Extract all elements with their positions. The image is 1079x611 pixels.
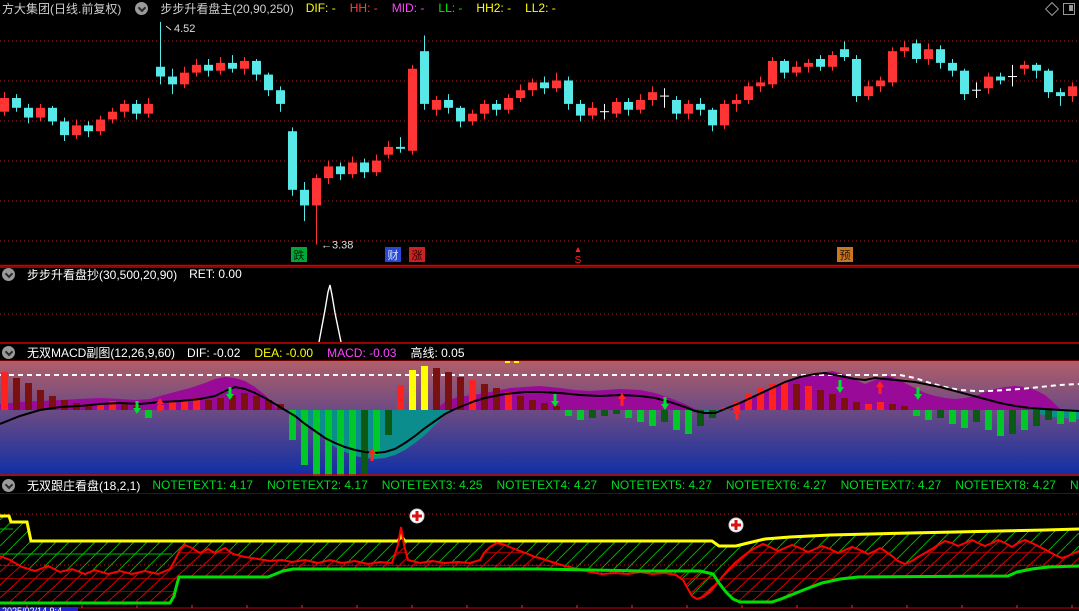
sell-marker: S <box>575 247 582 266</box>
date-label: 2025/02/14 9:4 <box>0 606 78 611</box>
macd-panel-header: 无双MACD副图(12,26,9,60) DIF: -0.02 DEA: -0.0… <box>0 344 1079 361</box>
notetext-field: NOTETEXT4: 4.27 <box>496 478 598 492</box>
notetext-field: NOTETEXT7: 4.27 <box>840 478 942 492</box>
indicator-field: 高线: 0.05 <box>410 345 465 360</box>
chevron-down-icon[interactable] <box>135 1 149 15</box>
notetext-field: NOTETEXT9: 4.35 <box>1069 478 1079 492</box>
low-price-label: ←3.38 <box>321 240 353 252</box>
trading-terminal-window: 方大集团(日线.前复权) 步步升看盘主(20,90,250) DIF: - HH:… <box>0 0 1079 611</box>
candlestick-chart[interactable]: 4.52 ←3.38 跌 财涨 预 S <box>0 16 1079 266</box>
macd-panel-values: DIF: -0.02 DEA: -0.00 MACD: -0.03 高线: 0.05 <box>187 344 478 361</box>
cross-marker-icon <box>409 508 425 524</box>
indicator-field: LL: - <box>438 1 463 15</box>
event-badge: 涨 <box>409 247 425 262</box>
mesh-chart[interactable]: 2025/02/14 9:4 <box>0 494 1079 611</box>
indicator-field: DIF: - <box>305 1 336 15</box>
indicator-field: LL2: - <box>525 1 556 15</box>
svg-text:财: 财 <box>388 248 399 262</box>
notetext-field: NOTETEXT2: 4.17 <box>267 478 368 492</box>
high-price-label: 4.52 <box>174 23 195 35</box>
ret-spike <box>318 284 342 343</box>
chevron-down-icon[interactable] <box>2 267 15 281</box>
indicator-field: DEA: -0.00 <box>254 345 314 360</box>
notetext-field: NOTETEXT6: 4.27 <box>725 478 827 492</box>
event-badge: 预 <box>837 247 853 262</box>
panel2-header: 步步升看盘抄(30,500,20,90) RET: 0.00 <box>0 266 1079 282</box>
svg-text:跌: 跌 <box>294 248 305 262</box>
tile-window-icon[interactable] <box>1063 3 1075 15</box>
top-info-bar: 方大集团(日线.前复权) 步步升看盘主(20,90,250) DIF: - HH:… <box>0 0 1079 16</box>
macd-panel-title: 无双MACD副图(12,26,9,60) <box>27 345 176 360</box>
svg-text:2025/02/14 9:4: 2025/02/14 9:4 <box>2 606 62 611</box>
notetext-field: NOTETEXT1: 4.17 <box>152 478 254 492</box>
indicator-field: MID: - <box>391 1 425 15</box>
cross-marker-icon <box>728 517 744 533</box>
notetext-field: NOTETEXT5: 4.27 <box>611 478 712 492</box>
notetext-field: NOTETEXT3: 4.25 <box>381 478 483 492</box>
panel2-values: RET: 0.00 <box>189 267 256 281</box>
chevron-down-icon[interactable] <box>2 345 15 359</box>
main-indicator-title: 步步升看盘主(20,90,250) <box>160 1 294 16</box>
chevron-down-icon[interactable] <box>2 478 15 492</box>
main-indicator-values: DIF: - HH: - MID: - LL: - HH2: - LL2: - <box>306 1 570 15</box>
macd-chart[interactable] <box>0 360 1079 476</box>
chart-window-icons <box>1044 1 1075 17</box>
svg-text:预: 预 <box>840 249 851 262</box>
symbol-title: 方大集团(日线.前复权) <box>2 1 122 16</box>
mesh-panel-header: 无双跟庄看盘(18,2,1) NOTETEXT1: 4.17 NOTETEXT2:… <box>0 477 1079 494</box>
notetext-field: NOTETEXT8: 4.27 <box>955 478 1056 492</box>
event-badge: 跌 <box>291 247 307 262</box>
notetext-values: NOTETEXT1: 4.17 NOTETEXT2: 4.17 NOTETEXT3:… <box>152 478 1079 492</box>
candles <box>0 21 1077 245</box>
indicator-field: HH: - <box>349 1 378 15</box>
diamond-icon[interactable] <box>1044 1 1060 17</box>
indicator-field: HH2: - <box>476 1 512 15</box>
indicator-field: DIF: -0.02 <box>187 345 241 360</box>
panel2-title: 步步升看盘抄(30,500,20,90) <box>27 267 178 282</box>
mesh-panel-title: 无双跟庄看盘(18,2,1) <box>27 478 141 493</box>
svg-text:涨: 涨 <box>412 249 423 262</box>
svg-text:S: S <box>575 255 582 266</box>
indicator-field: MACD: -0.03 <box>327 345 397 360</box>
event-badge: 财 <box>385 247 401 262</box>
indicator-field: RET: 0.00 <box>189 267 242 281</box>
